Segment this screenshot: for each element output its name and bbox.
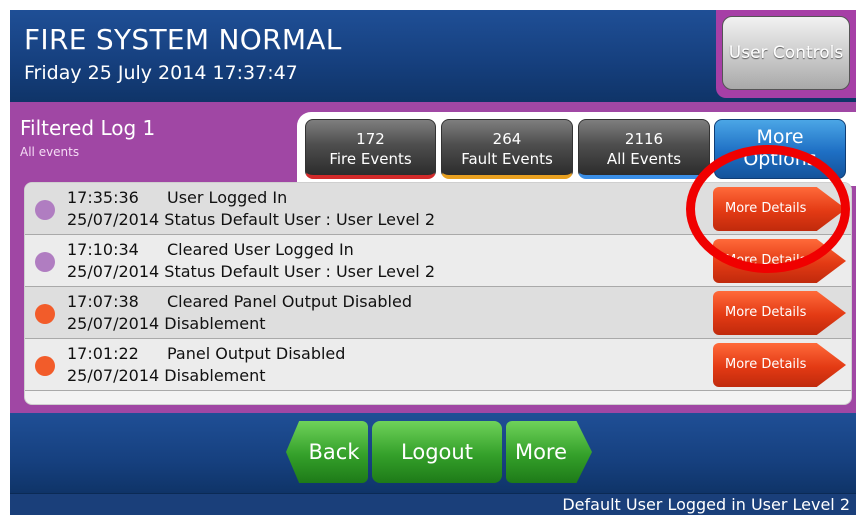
event-status-indicator bbox=[35, 252, 55, 272]
more-details-label: More Details bbox=[725, 201, 807, 216]
event-detail: 25/07/2014 Status Default User : User Le… bbox=[67, 210, 436, 229]
more-details-label: More Details bbox=[725, 253, 807, 268]
tab-all-events[interactable]: 2116 All Events bbox=[578, 119, 710, 179]
fire-events-label: Fire Events bbox=[329, 150, 412, 168]
fault-events-label: Fault Events bbox=[461, 150, 553, 168]
user-controls-button[interactable]: User Controls bbox=[722, 16, 850, 90]
event-status-indicator bbox=[35, 304, 55, 324]
event-status-indicator bbox=[35, 200, 55, 220]
event-time: 17:07:38 bbox=[67, 292, 139, 311]
back-button[interactable]: Back bbox=[286, 421, 368, 483]
fault-events-count: 264 bbox=[492, 130, 522, 148]
more-options-line1: More bbox=[756, 126, 804, 148]
log-title: Filtered Log 1 bbox=[20, 116, 156, 140]
all-events-count: 2116 bbox=[624, 130, 664, 148]
more-details-button[interactable]: More Details bbox=[713, 239, 846, 283]
more-details-label: More Details bbox=[725, 305, 807, 320]
logout-button[interactable]: Logout bbox=[372, 421, 502, 483]
more-button[interactable]: More bbox=[506, 421, 592, 483]
more-details-button[interactable]: More Details bbox=[713, 187, 846, 231]
event-row: 17:10:34 Cleared User Logged In 25/07/20… bbox=[25, 235, 851, 287]
more-options-line2: Options bbox=[743, 148, 817, 170]
logged-in-user-status: Default User Logged in User Level 2 bbox=[562, 495, 850, 514]
user-controls-label: User Controls bbox=[728, 43, 844, 63]
system-datetime: Friday 25 July 2014 17:37:47 bbox=[24, 62, 298, 84]
navigation-footer: Back Logout More bbox=[10, 413, 856, 493]
event-time: 17:10:34 bbox=[67, 240, 139, 259]
event-row: 17:07:38 Cleared Panel Output Disabled 2… bbox=[25, 287, 851, 339]
event-description: Panel Output Disabled bbox=[167, 344, 346, 363]
event-list: 17:35:36 User Logged In 25/07/2014 Statu… bbox=[24, 182, 852, 405]
event-time: 17:01:22 bbox=[67, 344, 139, 363]
log-subtitle: All events bbox=[20, 145, 80, 159]
more-details-button[interactable]: More Details bbox=[713, 291, 846, 335]
system-status-title: FIRE SYSTEM NORMAL bbox=[24, 23, 342, 56]
event-description: Cleared Panel Output Disabled bbox=[167, 292, 412, 311]
event-row: 17:35:36 User Logged In 25/07/2014 Statu… bbox=[25, 183, 851, 235]
event-time: 17:35:36 bbox=[67, 188, 139, 207]
log-panel: Filtered Log 1 All events 172 Fire Event… bbox=[10, 102, 856, 413]
status-bar: Default User Logged in User Level 2 bbox=[10, 493, 856, 515]
tab-fire-events[interactable]: 172 Fire Events bbox=[305, 119, 436, 179]
more-options-button[interactable]: More Options bbox=[714, 119, 846, 179]
user-controls-frame: User Controls bbox=[716, 10, 856, 98]
event-description: Cleared User Logged In bbox=[167, 240, 354, 259]
more-details-button[interactable]: More Details bbox=[713, 343, 846, 387]
event-detail: 25/07/2014 Disablement bbox=[67, 366, 266, 385]
tab-fault-events[interactable]: 264 Fault Events bbox=[441, 119, 573, 179]
event-detail: 25/07/2014 Status Default User : User Le… bbox=[67, 262, 436, 281]
event-description: User Logged In bbox=[167, 188, 288, 207]
all-events-label: All Events bbox=[606, 150, 682, 168]
event-status-indicator bbox=[35, 356, 55, 376]
event-row: 17:01:22 Panel Output Disabled 25/07/201… bbox=[25, 339, 851, 391]
event-detail: 25/07/2014 Disablement bbox=[67, 314, 266, 333]
fire-events-count: 172 bbox=[356, 130, 385, 148]
more-details-label: More Details bbox=[725, 357, 807, 372]
fire-panel-screen: FIRE SYSTEM NORMAL Friday 25 July 2014 1… bbox=[0, 0, 856, 515]
